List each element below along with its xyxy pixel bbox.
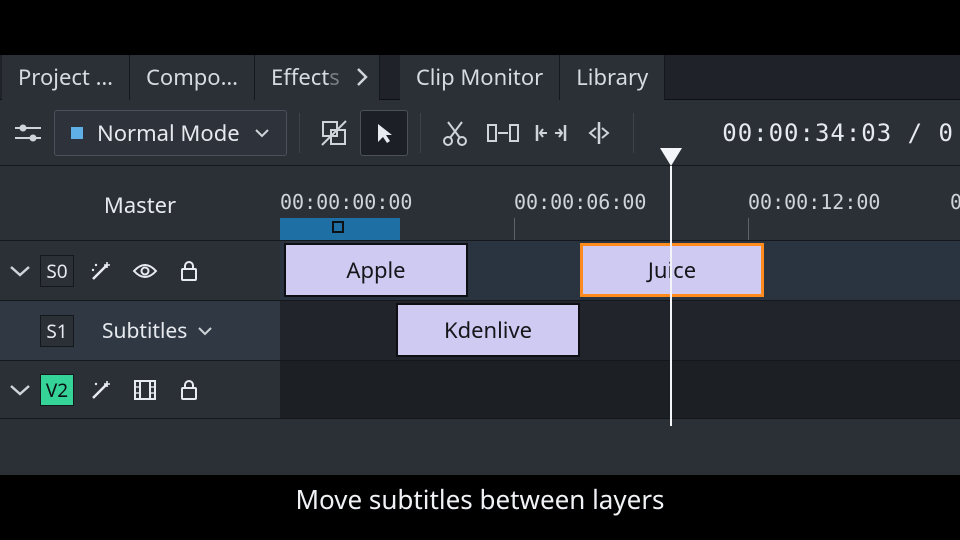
subtitles-dropdown[interactable]: Subtitles	[102, 317, 213, 345]
master-track-label[interactable]: Master	[0, 166, 280, 240]
tab-project[interactable]: Project …	[2, 55, 130, 100]
track-compositing-icon[interactable]	[312, 110, 356, 156]
chevron-down-icon	[197, 325, 213, 337]
spacer-tool-icon[interactable]	[481, 110, 525, 156]
timeline-ruler[interactable]: 00:00:00:00 00:00:06:00 00:00:12:00 0	[280, 166, 960, 240]
timeline-ruler-row: Master 00:00:00:00 00:00:06:00 00:00:12:…	[0, 166, 960, 241]
timeline-timecode[interactable]: 00:00:34:03 / 0	[722, 119, 954, 147]
magic-wand-icon[interactable]	[88, 258, 114, 284]
playhead-handle[interactable]	[660, 148, 682, 166]
track-s0[interactable]: S0 Apple Juice	[0, 241, 960, 301]
subtitle-clip-apple[interactable]: Apple	[284, 243, 468, 297]
eye-icon[interactable]	[132, 258, 158, 284]
track-collapse-icon[interactable]	[0, 383, 40, 397]
track-badge[interactable]: V2	[40, 374, 74, 406]
playhead[interactable]	[670, 166, 672, 426]
ruler-tick: 00:00:06:00	[514, 190, 646, 214]
edit-mode-select[interactable]: Normal Mode	[54, 110, 287, 156]
subtitle-clip-kdenlive[interactable]: Kdenlive	[396, 303, 580, 357]
ruler-tick: 00:00:00:00	[280, 190, 412, 214]
lock-icon[interactable]	[176, 377, 202, 403]
subtitle-clip-juice[interactable]: Juice	[580, 243, 764, 297]
tab-scroll-right[interactable]	[346, 55, 380, 100]
timeline-zone[interactable]	[280, 218, 400, 240]
razor-tool-icon[interactable]	[433, 110, 477, 156]
timeline-tracks: S0 Apple Juice S1 Subtitles	[0, 241, 960, 419]
track-collapse-icon[interactable]	[0, 264, 40, 278]
mode-color-swatch	[71, 127, 83, 139]
lock-icon[interactable]	[176, 258, 202, 284]
slip-tool-icon[interactable]	[529, 110, 573, 156]
filmstrip-icon[interactable]	[132, 377, 158, 403]
overlay-caption: Move subtitles between layers	[295, 475, 664, 517]
track-v2[interactable]: V2	[0, 361, 960, 419]
app-window: Project … Compo… Effects Clip Monitor Li…	[0, 55, 960, 475]
zone-handle[interactable]	[332, 221, 344, 233]
magic-wand-icon[interactable]	[88, 377, 114, 403]
track-badge[interactable]: S1	[40, 315, 74, 347]
tab-library[interactable]: Library	[560, 55, 665, 100]
tab-compositions[interactable]: Compo…	[130, 55, 255, 100]
timeline-toolbar: Normal Mode 00:00:34:03 / 0	[0, 100, 960, 166]
track-s1[interactable]: S1 Subtitles Kdenlive	[0, 301, 960, 361]
tab-clip-monitor[interactable]: Clip Monitor	[400, 55, 560, 100]
ruler-tick: 00:00:12:00	[748, 190, 880, 214]
mode-label: Normal Mode	[97, 118, 240, 148]
chevron-down-icon	[254, 127, 270, 139]
timeline-settings-icon[interactable]	[6, 110, 50, 156]
ripple-tool-icon[interactable]	[577, 110, 621, 156]
panel-tabs: Project … Compo… Effects Clip Monitor Li…	[0, 55, 960, 100]
ruler-tick: 0	[950, 190, 960, 214]
selection-tool-button[interactable]	[360, 110, 408, 156]
tab-effects[interactable]: Effects	[255, 55, 346, 100]
track-badge[interactable]: S0	[40, 255, 74, 287]
